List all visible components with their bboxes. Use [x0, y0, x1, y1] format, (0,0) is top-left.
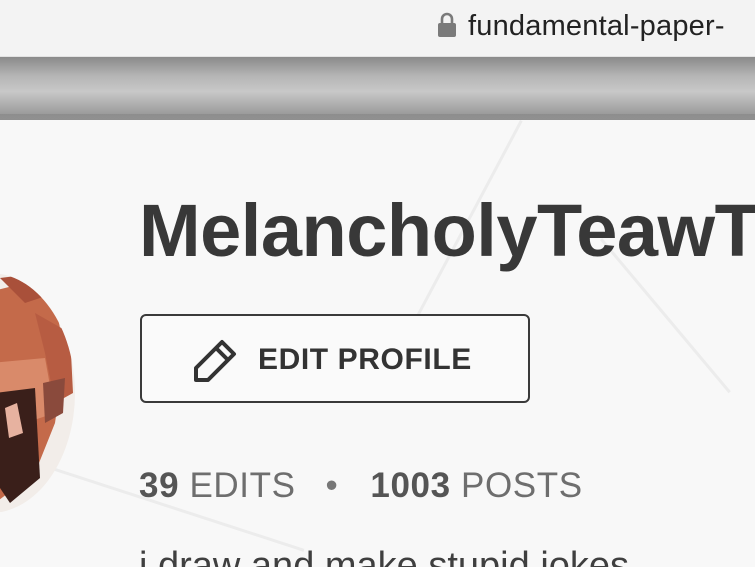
avatar[interactable] — [0, 273, 75, 513]
posts-stat[interactable]: 1003 POSTS — [370, 466, 582, 505]
edits-count: 39 — [139, 466, 180, 505]
edit-profile-label: EDIT PROFILE — [258, 343, 472, 376]
browser-window: fundamental-paper- MelancholyTeawT EDIT … — [0, 0, 755, 567]
profile-banner — [0, 57, 755, 120]
stats-separator: • — [325, 466, 339, 505]
edits-stat[interactable]: 39 EDITS — [139, 466, 296, 505]
url-text[interactable]: fundamental-paper- — [468, 8, 725, 44]
posts-count: 1003 — [370, 466, 451, 505]
edit-profile-button[interactable]: EDIT PROFILE — [140, 314, 530, 403]
pencil-icon — [194, 340, 236, 382]
avatar-image — [0, 273, 75, 513]
edits-label: EDITS — [189, 466, 296, 505]
profile-stats: 39 EDITS • 1003 POSTS — [139, 465, 583, 507]
profile-username: MelancholyTeawT — [139, 189, 755, 272]
profile-bio: i draw and make stupid jokes — [139, 545, 630, 567]
profile-content: MelancholyTeawT EDIT PROFILE 39 EDITS • 10… — [0, 120, 755, 567]
address-bar[interactable]: fundamental-paper- — [0, 0, 755, 57]
posts-label: POSTS — [461, 466, 583, 505]
lock-icon — [438, 12, 456, 37]
